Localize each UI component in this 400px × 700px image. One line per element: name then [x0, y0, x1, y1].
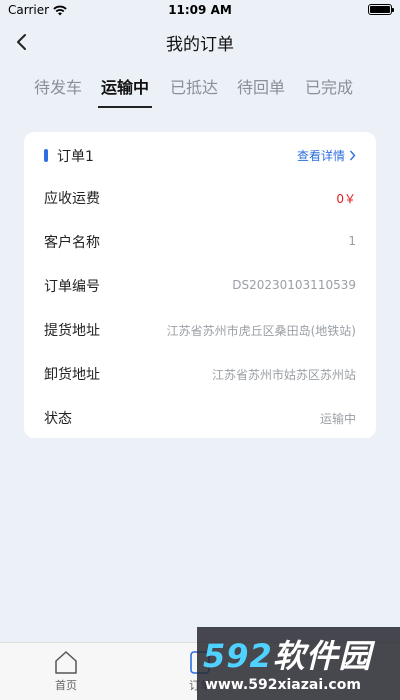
order-number-value: DS20230103110539	[232, 278, 356, 292]
pickup-address-value: 江苏省苏州市虎丘区桑田岛(地铁站)	[166, 324, 356, 338]
clock: 11:09 AM	[168, 3, 232, 17]
row-label: 订单编号	[44, 279, 100, 295]
bottom-tab-home[interactable]: 首页	[36, 649, 96, 693]
row-status: 状态 运输中	[24, 406, 376, 430]
row-label: 卸货地址	[44, 367, 100, 383]
order-card: 订单1 查看详情 应收运费 0￥ 客户名称 1 订单编号 DS202301031…	[24, 132, 376, 438]
row-customer-name: 客户名称 1	[24, 230, 376, 254]
row-label: 客户名称	[44, 235, 100, 251]
order-status-tabs: 待发车 运输中 已抵达 待回单 已完成	[0, 74, 400, 110]
row-order-number: 订单编号 DS20230103110539	[24, 274, 376, 298]
row-pickup-address: 提货地址 江苏省苏州市虎丘区桑田岛(地铁站)	[24, 318, 376, 342]
row-label: 状态	[44, 411, 72, 427]
row-unload-address: 卸货地址 江苏省苏州市姑苏区苏州站	[24, 362, 376, 386]
row-label: 提货地址	[44, 323, 100, 339]
home-icon	[55, 651, 77, 674]
row-label: 应收运费	[44, 191, 100, 207]
freight-value: 0￥	[336, 192, 356, 206]
order-title: 订单1	[57, 149, 94, 165]
active-tab-indicator	[98, 106, 152, 108]
bottom-tab-label: 首页	[55, 679, 77, 692]
row-freight-receivable: 应收运费 0￥	[24, 186, 376, 210]
view-details-link[interactable]: 查看详情	[297, 147, 356, 164]
page-title: 我的订单	[166, 35, 234, 55]
status-value: 运输中	[319, 412, 356, 426]
tab-arrived[interactable]: 已抵达	[170, 74, 218, 98]
watermark-logo: 592软件园	[203, 631, 372, 677]
chevron-right-icon	[349, 150, 356, 161]
watermark-brand-number: 592	[203, 637, 273, 675]
watermark-brand-text: 软件园	[272, 637, 372, 675]
title-accent-bar	[44, 149, 48, 162]
watermark-site: www.592xiazai.com	[205, 677, 361, 693]
tab-pending-departure[interactable]: 待发车	[34, 74, 82, 98]
tab-in-transit[interactable]: 运输中	[101, 74, 149, 98]
order-card-header: 订单1 查看详情	[24, 142, 376, 168]
tab-pending-receipt[interactable]: 待回单	[237, 74, 285, 98]
view-details-label: 查看详情	[296, 149, 345, 163]
tab-completed[interactable]: 已完成	[305, 74, 353, 98]
status-bar: Carrier 11:09 AM	[0, 0, 400, 20]
watermark-overlay: 592软件园 www.592xiazai.com	[197, 627, 400, 700]
unload-address-value: 江苏省苏州市姑苏区苏州站	[211, 368, 356, 382]
nav-bar: 我的订单	[0, 20, 400, 64]
battery-icon	[368, 4, 394, 15]
customer-name-value: 1	[348, 234, 356, 248]
